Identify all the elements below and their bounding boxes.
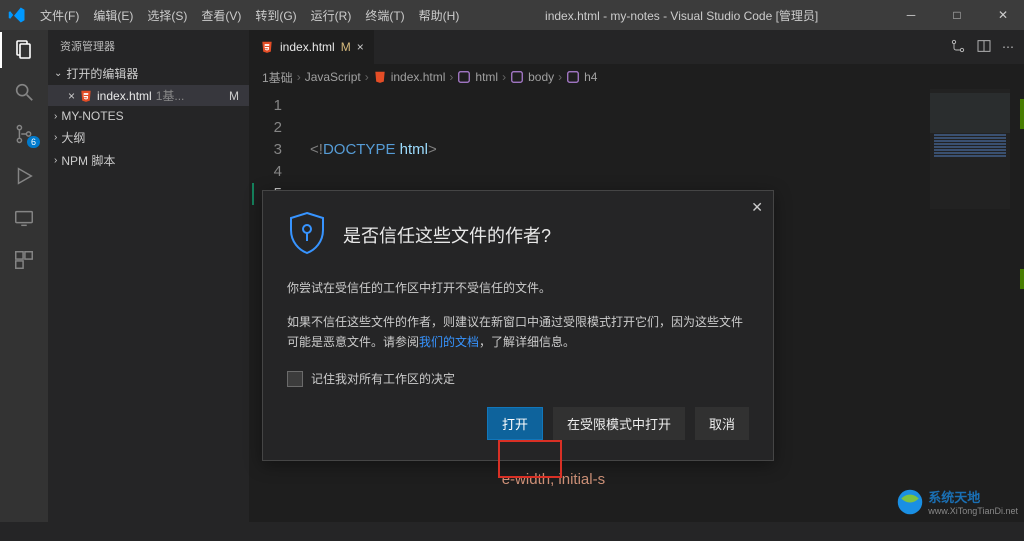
menu-selection[interactable]: 选择(S) [141,3,193,28]
html-file-icon [260,40,274,54]
dialog-close-icon[interactable]: ✕ [751,199,763,216]
symbol-icon [510,70,524,84]
section-label: NPM 脚本 [61,152,115,169]
dialog-body: 你尝试在受信任的工作区中打开不受信任的文件。 如果不信任这些文件的作者，则建议在… [287,278,749,352]
symbol-icon [566,70,580,84]
close-window-button[interactable]: ✕ [990,8,1016,22]
bc-part[interactable]: body [528,70,554,84]
html-file-icon [79,89,93,103]
remote-icon[interactable] [12,206,36,230]
run-debug-icon[interactable] [12,164,36,188]
menu-bar: 文件(F) 编辑(E) 选择(S) 查看(V) 转到(G) 运行(R) 终端(T… [34,3,465,28]
sidebar-explorer: 资源管理器 ⌄ 打开的编辑器 × index.html 1基... M › MY-N… [48,30,250,522]
dialog-text-2: 如果不信任这些文件的作者，则建议在新窗口中通过受限模式打开它们，因为这些文件可能… [287,312,749,352]
bc-part[interactable]: JavaScript [305,70,361,84]
section-outline[interactable]: › 大纲 [48,126,249,149]
docs-link[interactable]: 我们的文档 [419,335,479,349]
watermark-url: www.XiTongTianDi.net [928,506,1018,516]
bc-part[interactable]: h4 [584,70,597,84]
symbol-icon [457,70,471,84]
menu-help[interactable]: 帮助(H) [413,3,466,28]
menu-terminal[interactable]: 终端(T) [359,3,410,28]
titlebar: 文件(F) 编辑(E) 选择(S) 查看(V) 转到(G) 运行(R) 终端(T… [0,0,1024,30]
cancel-button[interactable]: 取消 [695,407,749,440]
window-controls: ─ □ ✕ [898,8,1016,22]
chevron-right-icon: › [54,111,57,122]
explorer-icon[interactable] [12,38,36,62]
chevron-right-icon: › [54,155,57,166]
section-folder[interactable]: › MY-NOTES [48,106,249,126]
chevron-down-icon: ⌄ [54,68,62,79]
minimize-button[interactable]: ─ [898,8,924,22]
more-actions-icon[interactable]: ⋯ [1002,40,1014,54]
bc-part[interactable]: html [475,70,498,84]
breadcrumb[interactable]: 1基础› JavaScript› index.html› html› body›… [250,65,1024,89]
section-label: 打开的编辑器 [66,65,138,82]
open-editor-filename: index.html [97,89,152,103]
bc-part[interactable]: 1基础 [262,69,293,86]
open-editor-dir: 1基... [156,87,221,104]
section-npm-scripts[interactable]: › NPM 脚本 [48,149,249,172]
bc-part[interactable]: index.html [391,70,446,84]
menu-file[interactable]: 文件(F) [34,3,85,28]
editor-tabs: index.html M × ⋯ [250,30,1024,65]
section-label: MY-NOTES [61,109,123,123]
open-button[interactable]: 打开 [487,407,543,440]
menu-view[interactable]: 查看(V) [195,3,247,28]
chevron-right-icon: › [54,132,57,143]
checkbox-label: 记住我对所有工作区的决定 [311,370,455,387]
source-control-icon[interactable]: 6 [12,122,36,146]
sidebar-title: 资源管理器 [48,30,249,62]
menu-edit[interactable]: 编辑(E) [87,3,139,28]
line-numbers: 12345 [250,95,294,205]
tab-modified-badge: M [341,40,351,54]
dialog-text-1: 你尝试在受信任的工作区中打开不受信任的文件。 [287,278,749,298]
scm-badge: 6 [27,136,40,148]
dialog-buttons: 打开 在受限模式中打开 取消 [287,407,749,440]
dialog-title: 是否信任这些文件的作者? [343,222,551,248]
compare-changes-icon[interactable] [950,38,966,57]
checkbox[interactable] [287,371,303,387]
activity-bar: 6 [0,30,48,522]
search-icon[interactable] [12,80,36,104]
watermark-name: 系统天地 [928,490,980,505]
open-editor-item[interactable]: × index.html 1基... M [48,85,249,106]
split-editor-icon[interactable] [976,38,992,57]
close-editor-icon[interactable]: × [68,89,75,103]
minimap[interactable] [930,89,1010,209]
trust-dialog: ✕ 是否信任这些文件的作者? 你尝试在受信任的工作区中打开不受信任的文件。 如果… [262,190,774,461]
maximize-button[interactable]: □ [944,8,970,22]
menu-run[interactable]: 运行(R) [305,3,358,28]
open-restricted-button[interactable]: 在受限模式中打开 [553,407,685,440]
section-open-editors[interactable]: ⌄ 打开的编辑器 [48,62,249,85]
window-title: index.html - my-notes - Visual Studio Co… [465,7,898,24]
watermark-logo: 系统天地 www.XiTongTianDi.net [896,487,1018,516]
tab-actions: ⋯ [940,30,1024,64]
shield-icon [287,211,327,258]
tab-close-icon[interactable]: × [357,40,364,54]
menu-go[interactable]: 转到(G) [249,3,302,28]
editor-scrollbar[interactable] [1012,89,1024,522]
vscode-logo-icon [8,6,26,24]
html-file-icon [373,70,387,84]
tab-index-html[interactable]: index.html M × [250,30,375,64]
modified-indicator: M [225,89,243,103]
section-label: 大纲 [61,129,85,146]
remember-checkbox-row[interactable]: 记住我对所有工作区的决定 [287,370,749,387]
extensions-icon[interactable] [12,248,36,272]
tab-label: index.html [280,40,335,54]
